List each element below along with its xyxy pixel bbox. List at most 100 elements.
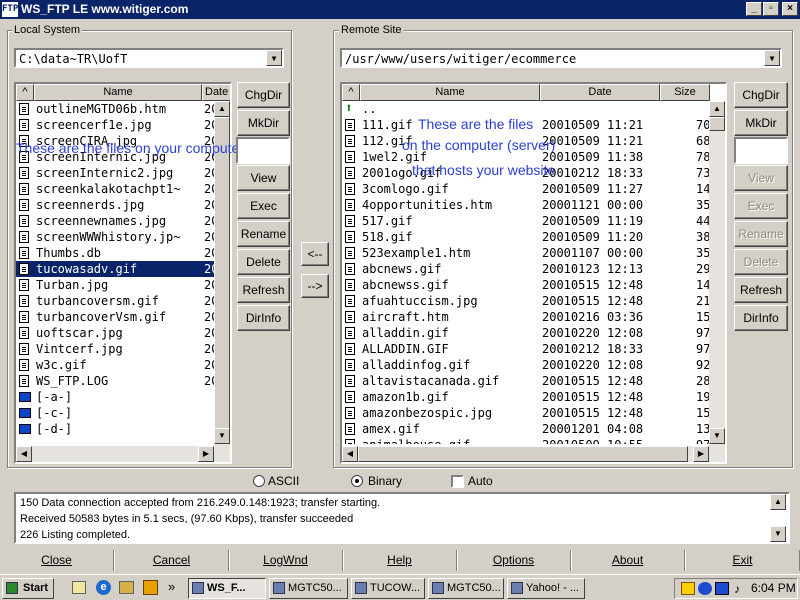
taskbar-button[interactable]: MGTC50...	[428, 578, 504, 599]
remote-size-header[interactable]: Size	[660, 84, 710, 101]
scroll-down-icon[interactable]: ▼	[214, 428, 230, 444]
remote-file-row[interactable]: amex.gif 20001201 04:08 13	[342, 421, 709, 437]
local-path-combo[interactable]: C:\data~TR\UofT ▼	[14, 48, 284, 68]
network-icon[interactable]	[698, 582, 712, 595]
local-file-row[interactable]: uoftscar.jpg 20	[16, 325, 214, 341]
close-button[interactable]: Close	[0, 550, 114, 571]
remote-file-row[interactable]: amazon1b.gif 20010515 12:48 19	[342, 389, 709, 405]
local-scroll-thumb[interactable]	[214, 117, 230, 437]
remote-dirinfo-button[interactable]: DirInfo	[734, 305, 788, 331]
log-window[interactable]: 150 Data connection accepted from 216.24…	[14, 492, 790, 544]
chevron-down-icon[interactable]: ▼	[764, 50, 780, 66]
local-file-row[interactable]: Turban.jpg 20	[16, 277, 214, 293]
scroll-down-icon[interactable]: ▼	[709, 428, 725, 444]
start-button[interactable]: Start	[2, 578, 54, 599]
remote-file-row[interactable]: 518.gif 20010509 11:20 38	[342, 229, 709, 245]
local-file-row[interactable]: Vintcerf.jpg 20	[16, 341, 214, 357]
exit-button[interactable]: Exit	[686, 550, 800, 571]
remote-chgdir-button[interactable]: ChgDir	[734, 82, 788, 108]
local-file-row[interactable]: WS_FTP.LOG 20	[16, 373, 214, 389]
remote-path-combo[interactable]: /usr/www/users/witiger/ecommerce ▼	[340, 48, 782, 68]
speaker-icon[interactable]: ♪	[734, 582, 740, 596]
local-file-row[interactable]: turbancoverVsm.gif 20	[16, 309, 214, 325]
auto-checkbox[interactable]	[451, 475, 464, 488]
scroll-up-icon[interactable]: ▲	[770, 494, 786, 510]
about-button[interactable]: About	[571, 550, 685, 571]
help-button[interactable]: Help	[343, 550, 457, 571]
desktop-icon[interactable]	[72, 581, 86, 594]
remote-file-row[interactable]: amazonbezospic.jpg 20010515 12:48 154	[342, 405, 709, 421]
options-button[interactable]: Options	[457, 550, 571, 571]
ftp-app-icon[interactable]: FTP	[2, 2, 18, 17]
remote-file-row[interactable]: abcnewss.gif 20010515 12:48 14	[342, 277, 709, 293]
remote-file-row[interactable]: 3comlogo.gif 20010509 11:27 14	[342, 181, 709, 197]
close-window-button[interactable]: ×	[782, 2, 798, 16]
local-file-row[interactable]: screenWWWhistory.jp~ 20	[16, 229, 214, 245]
remote-date-header[interactable]: Date	[540, 84, 660, 101]
remote-file-row[interactable]: 517.gif 20010509 11:19 44	[342, 213, 709, 229]
remote-hscroll-thumb[interactable]	[358, 446, 688, 462]
local-mkdir-button[interactable]: MkDir	[237, 110, 290, 136]
remote-file-row[interactable]: afuahtuccism.jpg 20010515 12:48 213	[342, 293, 709, 309]
minimize-button[interactable]: _	[746, 2, 762, 16]
taskbar-button[interactable]: WS_F...	[188, 578, 266, 599]
scroll-down-icon[interactable]: ▼	[770, 526, 786, 542]
remote-scroll-thumb[interactable]	[709, 117, 725, 131]
scroll-left-icon[interactable]: ◀	[342, 446, 358, 462]
scroll-right-icon[interactable]: ▶	[198, 446, 214, 462]
local-view-button[interactable]: View	[237, 165, 290, 191]
local-file-row[interactable]: tucowasadv.gif 20	[16, 261, 214, 277]
maximize-button[interactable]: ▫	[763, 2, 779, 16]
logwnd-button[interactable]: LogWnd	[229, 550, 343, 571]
remote-file-row[interactable]: ALLADDIN.GIF 20010212 18:33 97	[342, 341, 709, 357]
remote-vertical-scrollbar[interactable]: ▲ ▼	[709, 101, 725, 446]
binary-radio[interactable]	[351, 475, 363, 487]
scroll-left-icon[interactable]: ◀	[16, 446, 32, 462]
cancel-button[interactable]: Cancel	[115, 550, 229, 571]
remote-file-row[interactable]: altavistacanada.gif 20010515 12:48 28	[342, 373, 709, 389]
local-file-row[interactable]: screenkalakotachpt1~ 20	[16, 181, 214, 197]
remote-refresh-button[interactable]: Refresh	[734, 277, 788, 303]
monitor-icon[interactable]	[715, 582, 729, 595]
local-name-header[interactable]: Name	[34, 84, 202, 101]
scroll-up-icon[interactable]: ▲	[709, 101, 725, 117]
download-arrow-button[interactable]: -->	[301, 274, 329, 298]
local-file-row[interactable]: Thumbs.db 20	[16, 245, 214, 261]
ascii-radio[interactable]	[253, 475, 265, 487]
local-chgdir-button[interactable]: ChgDir	[237, 82, 290, 108]
clock[interactable]: 6:04 PM	[751, 581, 796, 595]
remote-file-row[interactable]: abcnews.gif 20010123 12:13 29	[342, 261, 709, 277]
scroll-up-icon[interactable]: ▲	[214, 101, 230, 117]
remote-edit-box[interactable]	[734, 137, 788, 164]
local-file-row[interactable]: screennewnames.jpg 20	[16, 213, 214, 229]
local-file-row[interactable]: screenInternic2.jpg 20	[16, 165, 214, 181]
local-date-header[interactable]: Date	[202, 84, 230, 101]
local-exec-button[interactable]: Exec	[237, 193, 290, 219]
local-file-row[interactable]: [-c-]	[16, 405, 214, 421]
local-rename-button[interactable]: Rename	[237, 221, 290, 247]
local-file-row[interactable]: screencerf1e.jpg 20	[16, 117, 214, 133]
local-edit-box[interactable]	[236, 137, 290, 164]
local-horizontal-scrollbar[interactable]: ◀ ▶	[16, 446, 230, 462]
remote-file-row[interactable]: alladdinfog.gif 20010220 12:08 92	[342, 357, 709, 373]
local-sort-header[interactable]: ^	[16, 84, 34, 101]
local-file-row[interactable]: [-d-]	[16, 421, 214, 437]
local-dirinfo-button[interactable]: DirInfo	[237, 305, 290, 331]
remote-horizontal-scrollbar[interactable]: ◀ ▶	[342, 446, 725, 462]
local-file-row[interactable]: w3c.gif 20	[16, 357, 214, 373]
title-bar[interactable]: FTP WS_FTP LE www.witiger.com _ ▫ ×	[0, 0, 800, 19]
remote-file-row[interactable]: alladdin.gif 20010220 12:08 97	[342, 325, 709, 341]
local-file-row[interactable]: [-a-]	[16, 389, 214, 405]
chevron-down-icon[interactable]: ▼	[266, 50, 282, 66]
remote-mkdir-button[interactable]: MkDir	[734, 110, 788, 136]
taskbar-button[interactable]: Yahoo! - ...	[507, 578, 585, 599]
remote-file-row[interactable]: aircraft.htm 20010216 03:36 151	[342, 309, 709, 325]
local-refresh-button[interactable]: Refresh	[237, 277, 290, 303]
taskbar-button[interactable]: TUCOW...	[351, 578, 425, 599]
upload-arrow-button[interactable]: <--	[301, 242, 329, 266]
folder-icon[interactable]	[119, 581, 134, 594]
local-delete-button[interactable]: Delete	[237, 249, 290, 275]
local-file-row[interactable]: turbancoversm.gif 20	[16, 293, 214, 309]
taskbar-button[interactable]: MGTC50...	[269, 578, 348, 599]
remote-file-row[interactable]: 523example1.htm 20001107 00:00 35	[342, 245, 709, 261]
